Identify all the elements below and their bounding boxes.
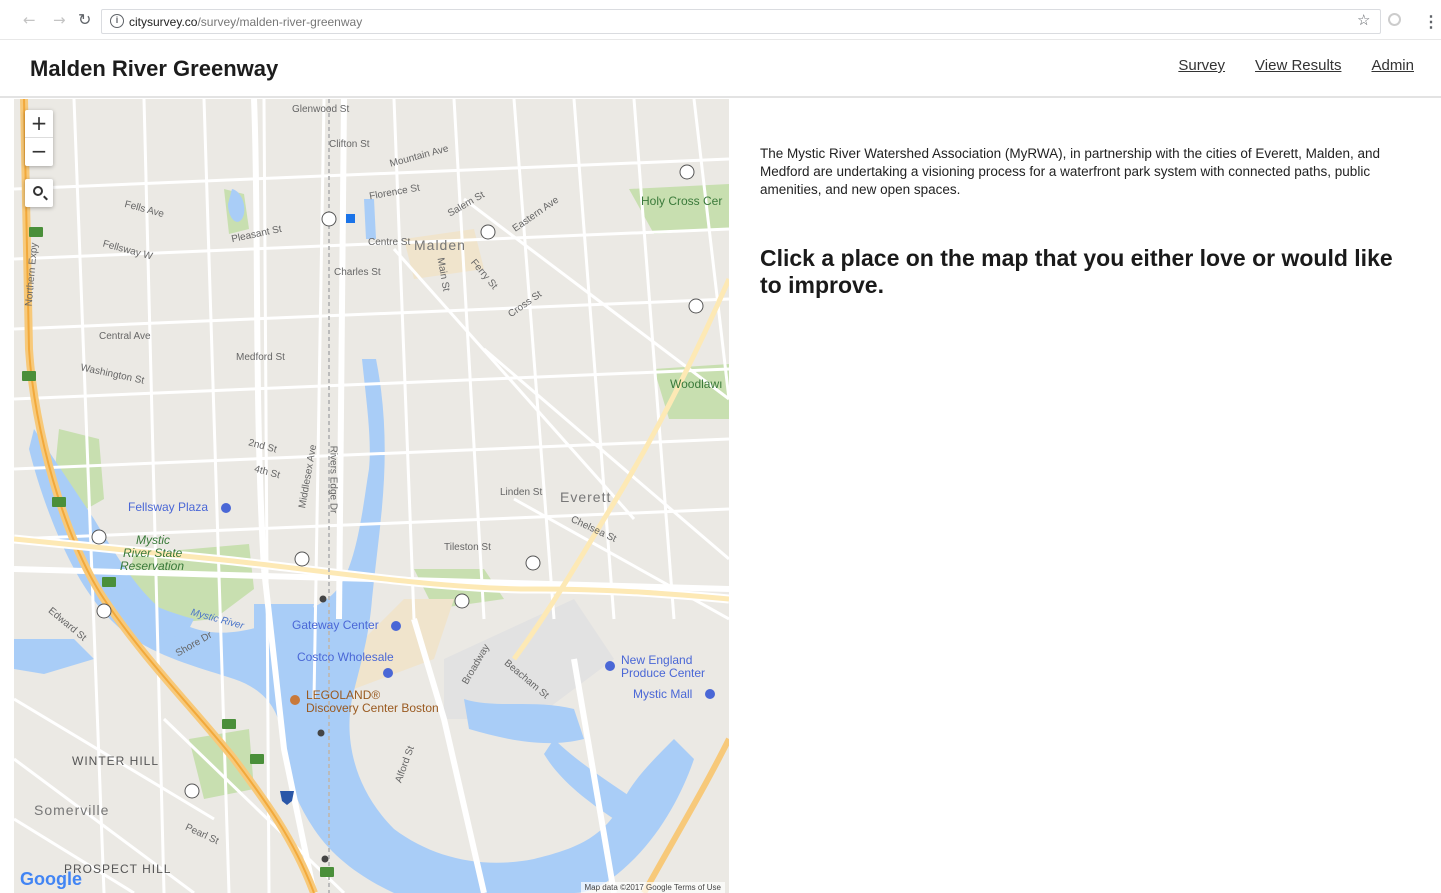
url-path: /survey/malden-river-greenway <box>197 15 363 29</box>
map-attribution[interactable]: Map data ©2017 Google Terms of Use <box>580 882 725 893</box>
info-icon[interactable]: i <box>110 14 124 28</box>
nav-survey-link[interactable]: Survey <box>1178 57 1225 74</box>
map-search-button[interactable] <box>25 179 53 207</box>
address-bar[interactable]: i citysurvey.co/survey/malden-river-gree… <box>101 9 1381 34</box>
browser-toolbar: ← → ↻ i citysurvey.co/survey/malden-rive… <box>0 0 1441 40</box>
map-label-woodlawn: Woodlawı <box>670 377 723 391</box>
back-arrow-icon[interactable]: ← <box>23 11 36 29</box>
search-icon <box>33 186 43 196</box>
url-domain: citysurvey.co <box>129 15 198 29</box>
url-text[interactable]: citysurvey.co/survey/malden-river-greenw… <box>129 15 362 29</box>
reload-icon[interactable]: ↻ <box>78 10 91 29</box>
map-street-tileston: Tileston St <box>444 542 491 553</box>
map-label-holy-cross: Holy Cross Cer <box>641 194 723 208</box>
map-street-charles: Charles St <box>334 267 381 278</box>
map-prompt-heading: Click a place on the map that you either… <box>760 245 1393 298</box>
map-label-legoland-1[interactable]: LEGOLAND® <box>306 688 380 702</box>
map-street-centre: Centre St <box>368 237 411 248</box>
map-label-mystic-reservation-3: Reservation <box>120 559 185 573</box>
bookmark-star-icon[interactable]: ☆ <box>1357 11 1370 29</box>
map-canvas[interactable] <box>14 99 729 893</box>
extension-icon[interactable] <box>1388 13 1401 26</box>
map-label-ne-produce-1[interactable]: New England <box>621 653 692 667</box>
map-label-ne-produce-2[interactable]: Produce Center <box>621 666 705 680</box>
map-label-mystic-reservation-2: River State <box>123 546 183 560</box>
map-label-mystic-reservation-1: Mystic <box>136 533 170 547</box>
map-street-rivers-edge: Rivers Edge Dr <box>327 445 339 514</box>
map-label-legoland-2[interactable]: Discovery Center Boston <box>306 701 439 715</box>
map-label-mystic-mall[interactable]: Mystic Mall <box>633 687 692 701</box>
google-logo: Google <box>20 869 82 889</box>
survey-map[interactable]: Malden Everett Somerville WINTER HILL PR… <box>14 99 729 893</box>
app-header: Malden River Greenway Survey View Result… <box>0 40 1441 98</box>
map-label-malden: Malden <box>414 237 466 253</box>
top-nav: Survey View Results Admin <box>1178 57 1414 74</box>
map-street-linden: Linden St <box>500 487 543 498</box>
map-label-everett: Everett <box>560 489 612 505</box>
map-street-glenwood: Glenwood St <box>292 104 350 115</box>
zoom-out-button[interactable]: − <box>25 138 53 166</box>
map-street-clifton: Clifton St <box>329 139 370 150</box>
forward-arrow-icon[interactable]: → <box>53 11 66 29</box>
content-panel: The Mystic River Watershed Association (… <box>760 145 1400 299</box>
zoom-in-button[interactable]: + <box>25 110 53 138</box>
zoom-control: + − <box>25 110 53 166</box>
map-street-medford: Medford St <box>236 352 285 363</box>
nav-view-results-link[interactable]: View Results <box>1255 57 1341 74</box>
page-title: Malden River Greenway <box>30 56 279 81</box>
nav-admin-link[interactable]: Admin <box>1371 57 1414 74</box>
map-label-fellsway-plaza[interactable]: Fellsway Plaza <box>128 500 208 514</box>
map-label-somerville: Somerville <box>34 802 110 818</box>
map-label-costco[interactable]: Costco Wholesale <box>297 650 394 664</box>
map-label-winter-hill: WINTER HILL <box>72 754 160 768</box>
browser-menu-icon[interactable]: ⋮ <box>1423 12 1439 32</box>
map-street-central: Central Ave <box>99 331 151 342</box>
intro-paragraph: The Mystic River Watershed Association (… <box>760 146 1380 197</box>
map-label-gateway-center[interactable]: Gateway Center <box>292 618 379 632</box>
